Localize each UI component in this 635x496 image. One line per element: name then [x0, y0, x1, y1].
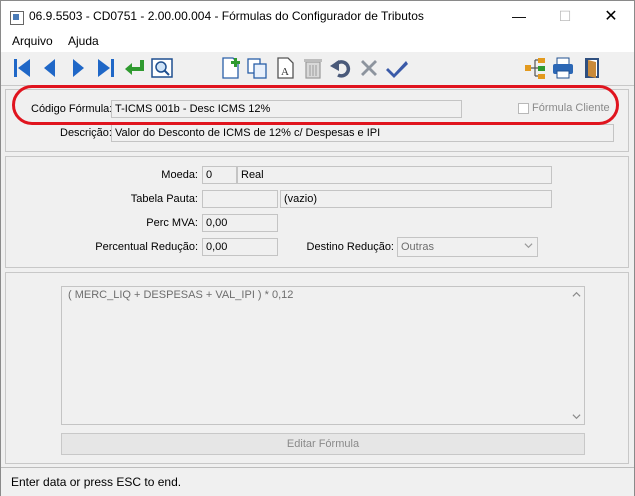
scroll-up-icon[interactable]	[572, 290, 581, 299]
status-message: Enter data or press ESC to end.	[11, 475, 182, 489]
formula-scrollbar[interactable]	[569, 287, 584, 424]
status-bar: Enter data or press ESC to end.	[1, 467, 634, 496]
cancel-icon[interactable]	[357, 56, 381, 80]
destino-reducao-select[interactable]: Outras	[397, 237, 538, 257]
moeda-code-field[interactable]: 0	[202, 166, 237, 184]
print-icon[interactable]	[551, 56, 575, 80]
maximize-button[interactable]: ☐	[542, 1, 588, 32]
edit-icon[interactable]: A	[273, 56, 297, 80]
descricao-field[interactable]: Valor do Desconto de ICMS de 12% c/ Desp…	[111, 124, 614, 142]
next-record-icon[interactable]	[66, 56, 90, 80]
svg-text:A: A	[281, 66, 289, 78]
chevron-down-icon	[524, 243, 533, 249]
menu-bar: Arquivo Ajuda	[1, 32, 634, 52]
window-title: 06.9.5503 - CD0751 - 2.00.00.004 - Fórmu…	[29, 9, 424, 23]
formula-expression: ( MERC_LIQ + DESPESAS + VAL_IPI ) * 0,12	[68, 289, 294, 301]
exit-icon[interactable]	[581, 56, 605, 80]
menu-ajuda[interactable]: Ajuda	[68, 34, 99, 48]
moeda-label: Moeda:	[161, 169, 198, 181]
tabela-pauta-code-field[interactable]	[202, 190, 278, 208]
previous-record-icon[interactable]	[38, 56, 62, 80]
last-record-icon[interactable]	[94, 56, 118, 80]
search-icon[interactable]	[150, 56, 174, 80]
details-panel: Moeda: 0 Real Tabela Pauta: (vazio) Perc…	[5, 156, 629, 268]
menu-arquivo[interactable]: Arquivo	[12, 34, 53, 48]
first-record-icon[interactable]	[10, 56, 34, 80]
descricao-label: Descrição:	[60, 127, 112, 139]
destino-reducao-label: Destino Redução:	[306, 241, 394, 253]
save-icon[interactable]	[385, 56, 409, 80]
destino-reducao-value: Outras	[401, 241, 435, 253]
minimize-button[interactable]: —	[496, 1, 542, 32]
moeda-name-field: Real	[237, 166, 552, 184]
tabela-pauta-label: Tabela Pauta:	[130, 193, 198, 205]
close-button[interactable]: ✕	[588, 1, 634, 32]
copy-icon[interactable]	[245, 56, 269, 80]
perc-mva-label: Perc MVA:	[146, 217, 198, 229]
editar-formula-button[interactable]: Editar Fórmula	[61, 433, 585, 455]
tabela-pauta-name-field: (vazio)	[280, 190, 552, 208]
percentual-reducao-field[interactable]: 0,00	[202, 238, 278, 256]
percentual-reducao-label: Percentual Redução:	[95, 241, 198, 253]
formula-editor[interactable]: ( MERC_LIQ + DESPESAS + VAL_IPI ) * 0,12	[61, 286, 585, 425]
application-window: 06.9.5503 - CD0751 - 2.00.00.004 - Fórmu…	[0, 0, 635, 496]
toolbar: A	[1, 52, 634, 86]
scroll-down-icon[interactable]	[572, 412, 581, 421]
title-bar: 06.9.5503 - CD0751 - 2.00.00.004 - Fórmu…	[1, 1, 634, 32]
new-icon[interactable]	[218, 56, 242, 80]
tree-icon[interactable]	[523, 56, 547, 80]
highlight-outline	[12, 85, 619, 125]
goto-icon[interactable]	[122, 56, 146, 80]
undo-icon[interactable]	[329, 56, 353, 80]
app-icon	[10, 11, 24, 25]
perc-mva-field[interactable]: 0,00	[202, 214, 278, 232]
delete-icon[interactable]	[301, 56, 325, 80]
